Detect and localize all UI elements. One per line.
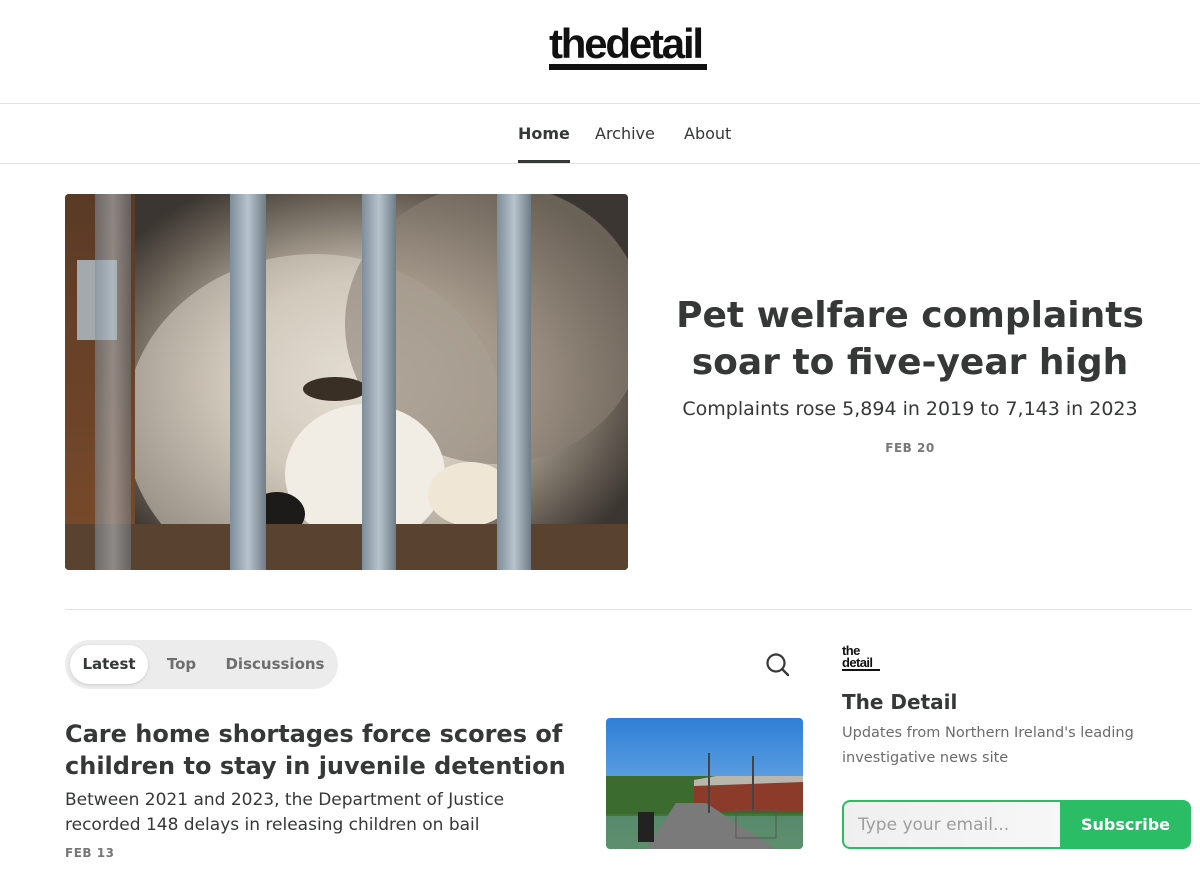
post-title[interactable]: Care home shortages force scores of chil… [65,718,590,782]
email-input[interactable] [842,800,1062,849]
publication-logo[interactable]: the detail [842,644,884,675]
hero-image-dog-behind-bars[interactable] [65,194,628,570]
post-thumbnail[interactable] [606,718,803,849]
subscribe-form: Subscribe [842,800,1191,849]
hero-title[interactable]: Pet welfare complaints soar to five-year… [640,292,1180,386]
hero-subtitle: Complaints rose 5,894 in 2019 to 7,143 i… [682,398,1138,420]
section-divider [65,609,1192,610]
tab-latest[interactable]: Latest [70,645,148,684]
post-date: FEB 13 [65,846,115,860]
nav-item-home[interactable]: Home [518,104,570,163]
subscribe-button[interactable]: Subscribe [1060,800,1191,849]
search-icon [766,653,790,677]
publication-name: The Detail [842,690,958,714]
site-logo-text: thedetail [549,20,704,67]
publication-logo-bottom: detail [842,656,880,671]
nav-item-about[interactable]: About [684,104,731,163]
post-filter-tabs: Latest Top Discussions [65,640,338,689]
site-logo[interactable]: thedetail [549,20,708,72]
hero-date: FEB 20 [885,441,935,455]
site-logo-underline [549,64,707,70]
masthead: thedetail [0,0,1200,104]
post-subtitle: Between 2021 and 2023, the Department of… [65,790,505,835]
tab-discussions[interactable]: Discussions [220,645,330,684]
publication-description: Updates from Northern Ireland's leading … [842,725,1134,766]
nav-item-archive[interactable]: Archive [595,104,655,163]
tab-top[interactable]: Top [155,645,208,684]
search-button[interactable] [765,651,791,679]
main-nav: Home Archive About [0,104,1200,164]
